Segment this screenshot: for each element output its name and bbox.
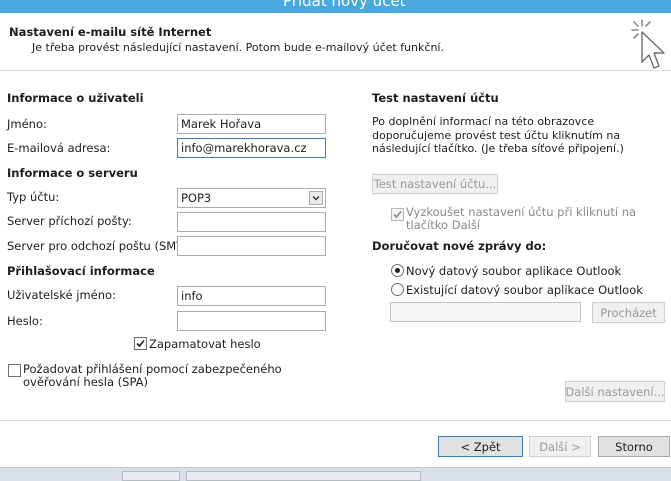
name-label: Jméno:	[7, 117, 47, 131]
test-settings-button[interactable]: Test nastavení účtu...	[372, 174, 498, 194]
test-description: Po doplnění informací na této obrazovce …	[372, 115, 624, 155]
checkmark-icon	[136, 339, 145, 348]
cancel-button[interactable]: Storno	[598, 436, 670, 457]
incoming-server-input[interactable]	[177, 212, 326, 232]
browse-button[interactable]: Procházet	[592, 302, 665, 323]
background-window-tab	[186, 471, 421, 481]
auto-test-label: Vyzkoušet nastavení účtu při kliknutí na…	[406, 205, 637, 232]
spa-checkbox[interactable]	[8, 364, 21, 377]
window-titlebar: Přidat nový účet	[0, 0, 671, 13]
outgoing-server-label: Server pro odchozí poštu (SMTP):	[7, 239, 199, 253]
password-label: Heslo:	[7, 314, 43, 328]
new-data-file-radio[interactable]	[391, 264, 404, 277]
remember-password-checkbox[interactable]	[134, 337, 147, 350]
name-input[interactable]	[177, 114, 326, 134]
test-heading: Test nastavení účtu	[372, 91, 499, 105]
header-subtitle: Je třeba provést následující nastavení. …	[32, 41, 444, 54]
cursor-click-icon	[631, 19, 665, 69]
existing-data-file-radio[interactable]	[391, 283, 404, 296]
email-input[interactable]	[177, 138, 326, 158]
username-input[interactable]	[177, 286, 326, 306]
account-type-label: Typ účtu:	[7, 190, 60, 204]
account-type-select[interactable]: POP3	[177, 188, 326, 208]
chevron-down-icon[interactable]	[309, 191, 323, 205]
remember-password-label: Zapamatovat heslo	[149, 337, 261, 351]
new-data-file-label: Nový datový soubor aplikace Outlook	[406, 264, 622, 278]
window-title: Přidat nový účet	[283, 0, 406, 10]
username-label: Uživatelské jméno:	[7, 288, 116, 302]
user-info-heading: Informace o uživateli	[7, 91, 144, 105]
email-label: E-mailová adresa:	[7, 141, 111, 155]
taskbar-strip	[0, 467, 671, 481]
password-input[interactable]	[177, 311, 326, 331]
auto-test-checkbox[interactable]	[391, 208, 404, 221]
incoming-server-label: Server příchozí pošty:	[7, 214, 132, 228]
login-info-heading: Přihlašovací informace	[7, 264, 155, 278]
next-button[interactable]: Další >	[529, 436, 591, 457]
background-window-tab	[122, 471, 180, 481]
data-file-path-input[interactable]	[390, 302, 581, 322]
footer-separator	[0, 420, 671, 421]
header-title: Nastavení e-mailu sítě Internet	[9, 25, 212, 39]
spa-label: Požadovat přihlášení pomocí zabezpečenéh…	[23, 362, 282, 389]
existing-data-file-label: Existující datový soubor aplikace Outloo…	[406, 283, 643, 297]
back-button[interactable]: < Zpět	[438, 436, 523, 457]
more-settings-button[interactable]: Další nastavení...	[565, 381, 665, 402]
account-type-value: POP3	[181, 191, 212, 205]
checkmark-icon	[393, 210, 402, 219]
server-info-heading: Informace o serveru	[7, 166, 138, 180]
deliver-heading: Doručovat nové zprávy do:	[372, 239, 547, 253]
outgoing-server-input[interactable]	[177, 236, 326, 256]
